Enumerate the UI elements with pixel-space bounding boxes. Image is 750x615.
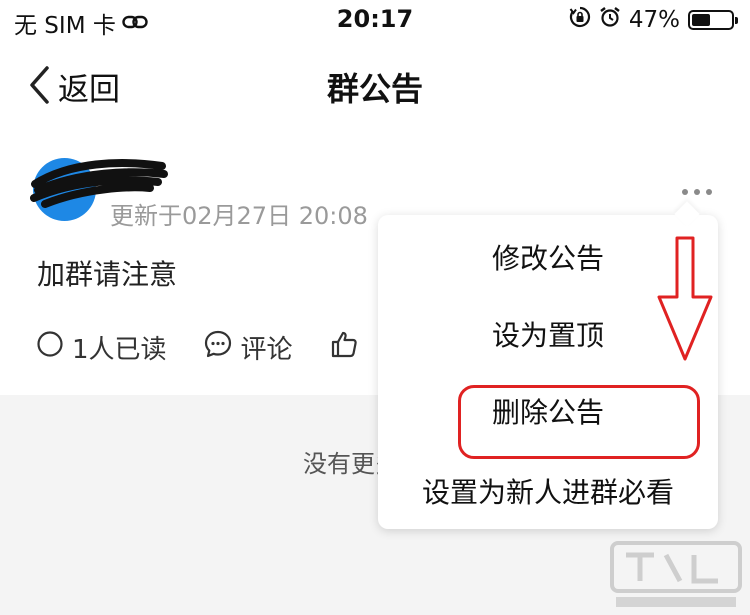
battery-icon: [688, 10, 738, 30]
circle-icon: [36, 330, 64, 365]
update-time: 更新于02月27日 20:08: [110, 202, 368, 230]
dot-icon: [706, 189, 712, 195]
nav-bar: 返回 群公告: [0, 50, 750, 120]
thumbs-up-icon: [329, 329, 359, 366]
post-actions: 1人已读 评论: [36, 329, 395, 366]
battery-fill: [692, 14, 710, 26]
announcement-content: 加群请注意: [37, 258, 178, 291]
alarm-icon: [599, 6, 621, 34]
author-name-redacted: [110, 158, 165, 184]
more-options-button[interactable]: [682, 180, 722, 204]
comment-bubble-icon: [203, 329, 233, 366]
back-button[interactable]: 返回: [28, 64, 120, 109]
dot-icon: [682, 189, 688, 195]
read-count-label: 1人已读: [72, 335, 167, 365]
rotation-lock-icon: [569, 6, 591, 34]
dot-icon: [694, 189, 700, 195]
battery-percent: 47%: [628, 7, 680, 33]
like-button[interactable]: [329, 329, 359, 366]
menu-item-newcomer-must-read[interactable]: 设置为新人进群必看: [378, 461, 718, 521]
comment-button[interactable]: 评论: [203, 329, 293, 366]
chevron-left-icon: [28, 65, 50, 109]
status-bar: 无 SIM 卡 20:17 47%: [0, 0, 750, 42]
read-count-button[interactable]: 1人已读: [36, 329, 167, 366]
back-label: 返回: [58, 72, 120, 108]
no-more-text: 没有更多了: [303, 450, 383, 478]
site-watermark-logo: [610, 541, 742, 607]
status-bar-right: 47%: [569, 6, 738, 34]
red-arrow-down-icon: [657, 236, 713, 361]
red-highlight-box: [458, 385, 700, 459]
comment-label: 评论: [240, 335, 293, 365]
